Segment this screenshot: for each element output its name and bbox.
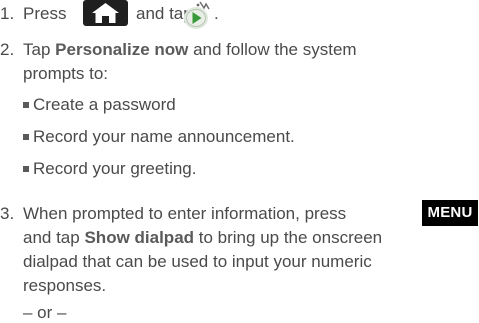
step-1: 1. Press (0, 4, 66, 24)
step-number: 1. (0, 4, 15, 23)
menu-key-icon: MENU (422, 200, 478, 226)
bullet-text: Create a password (33, 95, 176, 114)
step-number: 2. (0, 40, 15, 59)
step-1-period-text: . (214, 4, 219, 23)
bullet-item: Record your greeting. (23, 159, 196, 179)
voicemail-play-icon (180, 0, 212, 30)
instruction-document: 1. Press and tap . 2. Tap Personalize now … (0, 0, 479, 323)
step-3-line-2: and tap Show dialpad to bring up the ons… (23, 228, 382, 248)
bullet-icon (23, 133, 29, 140)
step-3-rest-text: to bring up the onscreen (198, 228, 383, 247)
step-2-line-1: 2. Tap Personalize now and follow the sys… (0, 40, 357, 60)
step-3-line-1-text: When prompted to enter information, pres… (23, 204, 347, 223)
step-2-rest-text: and follow the system (193, 40, 357, 59)
bullet-text: Record your greeting. (33, 159, 197, 178)
step-3-line-3-text: dialpad that can be used to input your n… (23, 252, 372, 271)
step-number: 3. (0, 204, 15, 223)
show-dialpad-label: Show dialpad (84, 228, 195, 247)
step-2-tap-text: Tap (23, 40, 51, 59)
home-icon (92, 3, 119, 23)
bullet-icon (23, 101, 29, 108)
or-separator-text: – or – (23, 303, 67, 322)
bullet-item: Create a password (23, 95, 176, 115)
step-2-prompts-text: prompts to: (23, 64, 109, 83)
bullet-text: Record your name announcement. (33, 127, 295, 146)
or-separator: – or – (23, 303, 66, 323)
home-key-icon (83, 0, 128, 26)
step-1-press-text: Press (23, 4, 67, 23)
play-icon (184, 1, 210, 29)
bullet-item: Record your name announcement. (23, 127, 295, 147)
step-3-line-3: dialpad that can be used to input your n… (23, 252, 372, 272)
step-1-period: . (214, 4, 219, 24)
bullet-icon (23, 165, 29, 172)
step-3-line-4-text: responses. (23, 276, 107, 295)
personalize-now-label: Personalize now (55, 40, 189, 59)
step-3-line-4: responses. (23, 276, 106, 296)
step-3-and-tap-text: and tap (23, 228, 80, 247)
step-2-line-2: prompts to: (23, 64, 108, 84)
step-3-line-1: 3. When prompted to enter information, pr… (0, 204, 346, 224)
